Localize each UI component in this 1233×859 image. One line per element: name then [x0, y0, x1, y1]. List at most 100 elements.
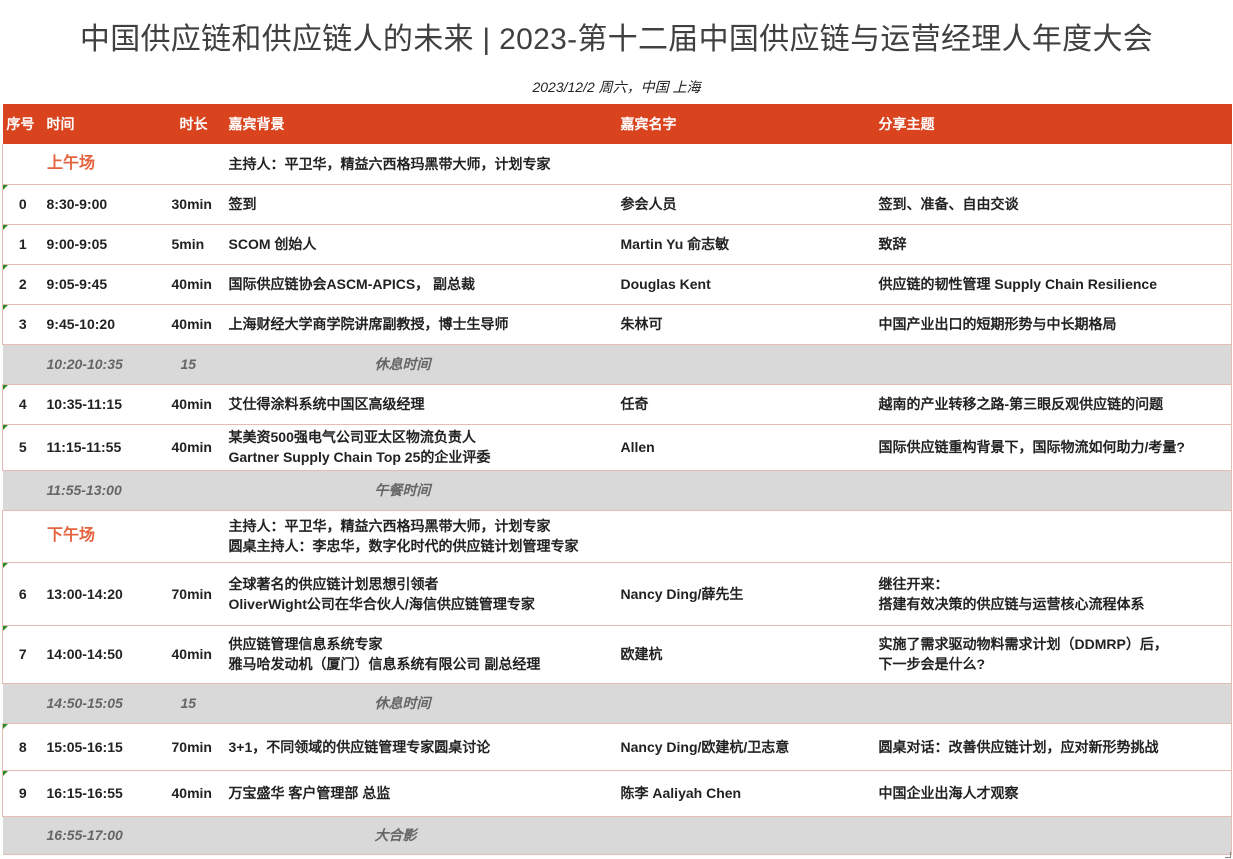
- break-empty: [608, 470, 867, 511]
- break-empty: [866, 683, 1232, 724]
- row-guest-name: 朱林可: [608, 304, 867, 345]
- row-no: 9: [2, 770, 43, 817]
- row-background-line: 全球著名的供应链计划思想引领者: [228, 575, 439, 592]
- row-background: 万宝盛华 客户管理部 总监: [208, 770, 609, 817]
- table-row: 9 16:15-16:55 40min 万宝盛华 客户管理部 总监 陈李 Aal…: [2, 770, 1232, 817]
- break-empty: [608, 816, 867, 855]
- resize-corner-icon: [1225, 852, 1231, 858]
- row-background: 签到: [208, 184, 609, 225]
- row-no: 0: [2, 184, 43, 225]
- row-time: 10:35-11:15: [42, 384, 151, 425]
- row-no: 3: [2, 304, 43, 345]
- row-duration: 40min: [150, 264, 212, 305]
- row-time: 9:00-9:05: [42, 224, 151, 265]
- row-guest-name: Allen: [608, 424, 867, 471]
- row-background-line: 雅马哈发动机（厦门）信息系统有限公司 副总经理: [228, 656, 541, 672]
- table-row: 1 9:00-9:05 5min SCOM 创始人 Martin Yu 俞志敏 …: [2, 224, 1232, 265]
- row-topic-line: 继往开来：: [878, 575, 949, 592]
- break-empty: [866, 344, 1232, 385]
- row-topic: 致辞: [866, 224, 1232, 265]
- session-roundtable-host-line: 圆桌主持人：李忠华，数字化时代的供应链计划管理专家: [228, 538, 579, 554]
- table-row: 8 15:05-16:15 70min 3+1，不同领域的供应链管理专家圆桌讨论…: [2, 723, 1232, 771]
- break-duration: 15: [150, 344, 209, 385]
- session-host: 主持人：平卫华，精益六西格玛黑带大师，计划专家: [208, 144, 1232, 185]
- row-background-line: Gartner Supply Chain Top 25的企业评委: [228, 449, 491, 465]
- row-duration: 70min: [150, 723, 212, 771]
- col-header-time: 时间: [42, 104, 151, 144]
- row-no: 7: [2, 625, 43, 684]
- row-duration: 40min: [150, 770, 212, 817]
- row-topic: 越南的产业转移之路-第三眼反观供应链的问题: [866, 384, 1232, 425]
- break-row: 16:55-17:00 大合影: [2, 816, 1232, 855]
- row-guest-name: 陈李 Aaliyah Chen: [608, 770, 867, 817]
- table-header: 序号 时间 时长 嘉宾背景 嘉宾名字 分享主题: [2, 104, 1232, 144]
- row-topic-line: 下一步会是什么?: [878, 656, 986, 672]
- row-time: 9:05-9:45: [42, 264, 151, 305]
- row-topic-line: 搭建有效决策的供应链与运营核心流程体系: [878, 595, 1145, 612]
- col-header-topic: 分享主题: [866, 104, 1232, 144]
- row-duration: 40min: [150, 384, 212, 425]
- row-no: 2: [2, 264, 43, 305]
- row-background: 3+1，不同领域的供应链管理专家圆桌讨论: [208, 723, 609, 771]
- break-duration: [150, 470, 209, 511]
- break-time: 14:50-15:05: [2, 683, 151, 724]
- row-topic: 中国企业出海人才观察: [866, 770, 1232, 817]
- row-time: 13:00-14:20: [42, 562, 151, 626]
- row-background-line: 某美资500强电气公司亚太区物流负责人: [228, 429, 476, 445]
- row-guest-name: Douglas Kent: [608, 264, 867, 305]
- row-guest-name: Nancy Ding/薛先生: [608, 562, 867, 626]
- row-background: SCOM 创始人: [208, 224, 609, 265]
- row-duration: 5min: [150, 224, 209, 265]
- break-label: 休息时间: [208, 683, 609, 724]
- row-topic: 国际供应链重构背景下，国际物流如何助力/考量?: [866, 424, 1232, 471]
- row-duration: 70min: [150, 562, 212, 626]
- row-guest-name: 任奇: [608, 384, 867, 425]
- table-row: 3 9:45-10:20 40min 上海财经大学商学院讲席副教授，博士生导师 …: [2, 304, 1232, 345]
- row-background: 上海财经大学商学院讲席副教授，博士生导师: [208, 304, 609, 345]
- row-duration: 40min: [150, 625, 212, 684]
- row-background: 国际供应链协会ASCM-APICS， 副总裁: [208, 264, 609, 305]
- col-header-no: 序号: [2, 104, 43, 144]
- break-row: 14:50-15:05 15 休息时间: [2, 683, 1232, 724]
- row-topic: 供应链的韧性管理 Supply Chain Resilience: [866, 264, 1232, 305]
- table-row: 6 13:00-14:20 70min 全球著名的供应链计划思想引领者 Oliv…: [2, 562, 1232, 626]
- row-background: 艾仕得涂料系统中国区高级经理: [208, 384, 609, 425]
- break-time: 11:55-13:00: [2, 470, 151, 511]
- row-topic: 圆桌对话：改善供应链计划，应对新形势挑战: [866, 723, 1232, 771]
- session-label: 下午场: [2, 510, 209, 563]
- row-guest-name: 欧建杭: [608, 625, 867, 684]
- break-duration: 15: [150, 683, 209, 724]
- row-topic: 实施了需求驱动物料需求计划（DDMRP）后， 下一步会是什么?: [866, 625, 1232, 684]
- event-date-location: 2023/12/2 周六，中国 上海: [532, 79, 701, 95]
- row-guest-name: Nancy Ding/欧建杭/卫志意: [608, 723, 867, 771]
- break-label: 休息时间: [208, 344, 609, 385]
- row-no: 6: [2, 562, 43, 626]
- row-background-line: OliverWight公司在华合伙人/海信供应链管理专家: [228, 595, 535, 612]
- row-topic: 签到、准备、自由交谈: [866, 184, 1232, 225]
- row-time: 9:45-10:20: [42, 304, 151, 345]
- col-header-guest-name: 嘉宾名字: [608, 104, 867, 144]
- row-guest-name: Martin Yu 俞志敏: [608, 224, 867, 265]
- col-header-duration: 时长: [150, 104, 209, 144]
- row-no: 8: [2, 723, 43, 771]
- row-duration: 40min: [150, 424, 212, 471]
- row-time: 11:15-11:55: [42, 424, 151, 471]
- row-topic: 继往开来： 搭建有效决策的供应链与运营核心流程体系: [866, 562, 1232, 626]
- break-row: 11:55-13:00 午餐时间: [2, 470, 1232, 511]
- row-time: 14:00-14:50: [42, 625, 151, 684]
- break-time: 16:55-17:00: [2, 816, 151, 855]
- row-background-line: 供应链管理信息系统专家: [228, 636, 383, 652]
- break-time: 10:20-10:35: [2, 344, 151, 385]
- break-empty: [608, 683, 867, 724]
- table-row: 4 10:35-11:15 40min 艾仕得涂料系统中国区高级经理 任奇 越南…: [2, 384, 1232, 425]
- table-row: 7 14:00-14:50 40min 供应链管理信息系统专家 雅马哈发动机（厦…: [2, 625, 1232, 684]
- row-no: 5: [2, 424, 43, 471]
- session-row-morning: 上午场 主持人：平卫华，精益六西格玛黑带大师，计划专家: [2, 144, 1232, 185]
- page-title: 中国供应链和供应链人的未来 | 2023-第十二届中国供应链与运营经理人年度大会: [79, 23, 1154, 56]
- row-time: 15:05-16:15: [42, 723, 151, 771]
- row-duration: 40min: [150, 304, 212, 345]
- break-empty: [866, 816, 1232, 855]
- session-host: 主持人：平卫华，精益六西格玛黑带大师，计划专家 圆桌主持人：李忠华，数字化时代的…: [208, 510, 1232, 563]
- break-row: 10:20-10:35 15 休息时间: [2, 344, 1232, 385]
- break-duration: [150, 816, 209, 855]
